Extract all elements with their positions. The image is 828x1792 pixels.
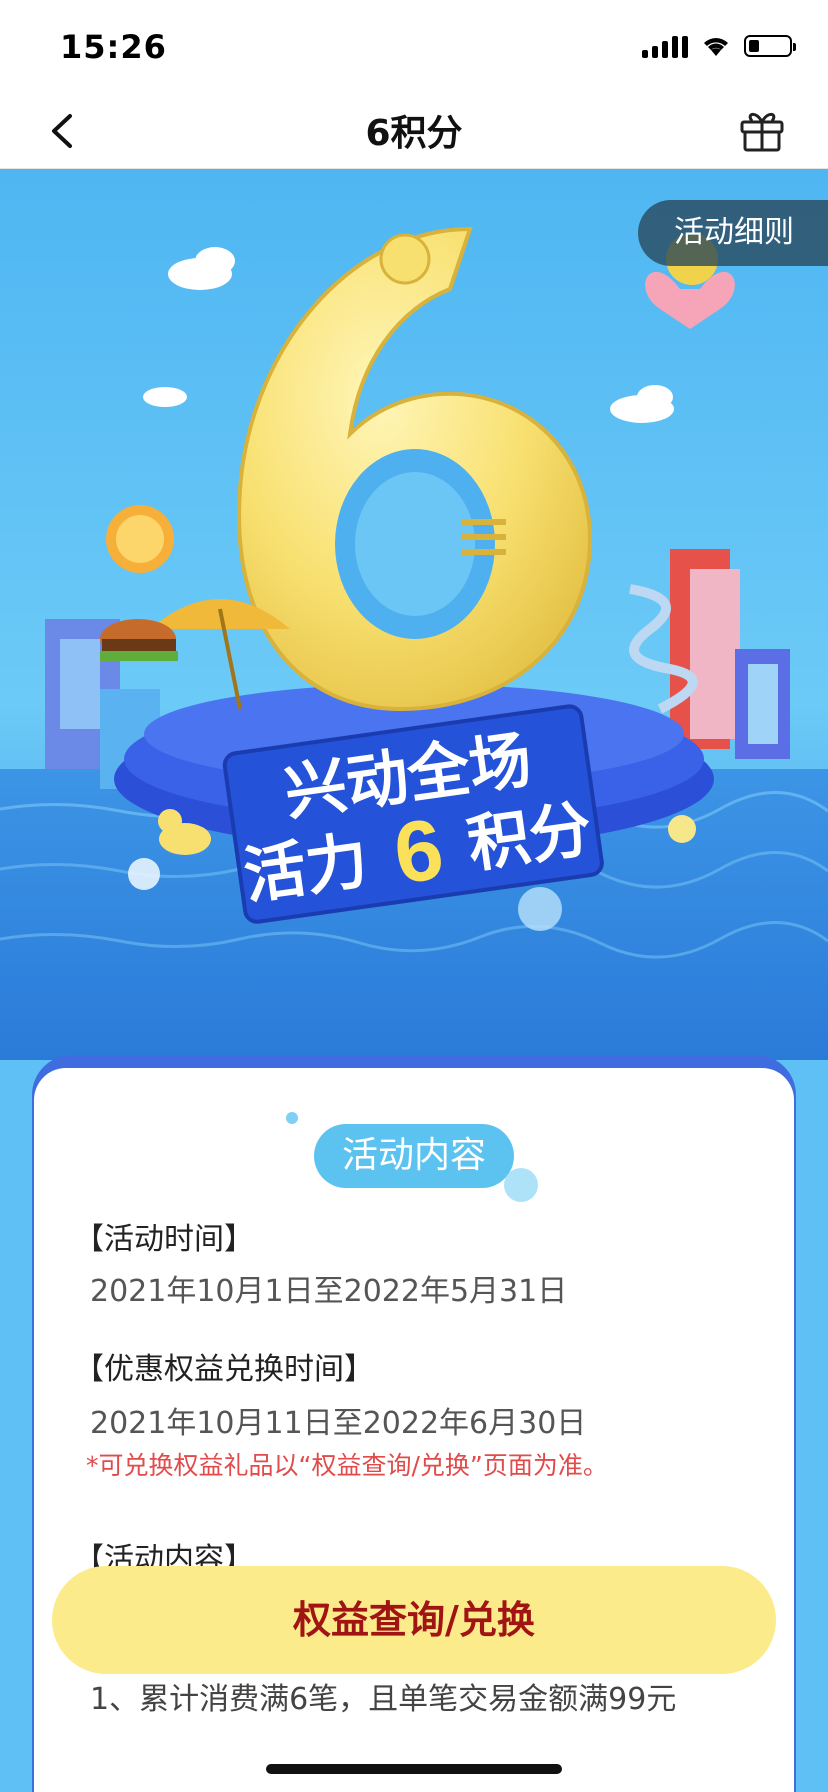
page: 15:26 6积分 兴动全场 活力 6 积分 活动细则 活动内容 【活动时间】 … bbox=[0, 0, 828, 1792]
section-title-exchange: 【优惠权益兑换时间】 bbox=[74, 1352, 374, 1387]
card-bottom bbox=[34, 1722, 794, 1792]
gift-icon bbox=[740, 112, 784, 152]
cloud-icon bbox=[143, 387, 187, 407]
banner-illustration: 兴动全场 活力 6 积分 bbox=[0, 169, 828, 1060]
section-value-exchange: 2021年10月11日至2022年6月30日 bbox=[90, 1406, 587, 1441]
content-step-1: 1、累计消费满6笔，且单笔交易金额满99元 bbox=[90, 1682, 677, 1717]
battery-icon bbox=[744, 35, 796, 57]
gift-button[interactable] bbox=[736, 104, 788, 156]
battery-level bbox=[749, 40, 759, 52]
cellular-signal-icon bbox=[642, 34, 688, 58]
home-indicator bbox=[266, 1764, 562, 1774]
status-bar: 15:26 bbox=[0, 0, 828, 96]
promo-banner: 兴动全场 活力 6 积分 bbox=[0, 169, 828, 1060]
section-value-time: 2021年10月1日至2022年5月31日 bbox=[90, 1274, 568, 1309]
status-time: 15:26 bbox=[60, 28, 167, 66]
card-tag-wrap: 活动内容 bbox=[34, 1124, 794, 1188]
decor-dot bbox=[504, 1168, 538, 1202]
benefits-query-exchange-button[interactable]: 权益查询/兑换 bbox=[52, 1566, 776, 1674]
activity-content-tag: 活动内容 bbox=[313, 1124, 514, 1188]
section-title-time: 【活动时间】 bbox=[74, 1222, 254, 1257]
decor-dot bbox=[286, 1112, 298, 1124]
exchange-note: *可兑换权益礼品以“权益查询/兑换”页面为准。 bbox=[86, 1451, 608, 1480]
wifi-icon bbox=[704, 38, 728, 56]
nav-bar: 6积分 bbox=[0, 96, 828, 169]
activity-rules-button[interactable]: 活动细则 bbox=[638, 200, 828, 266]
page-title: 6积分 bbox=[365, 113, 463, 154]
status-icons bbox=[642, 34, 796, 58]
